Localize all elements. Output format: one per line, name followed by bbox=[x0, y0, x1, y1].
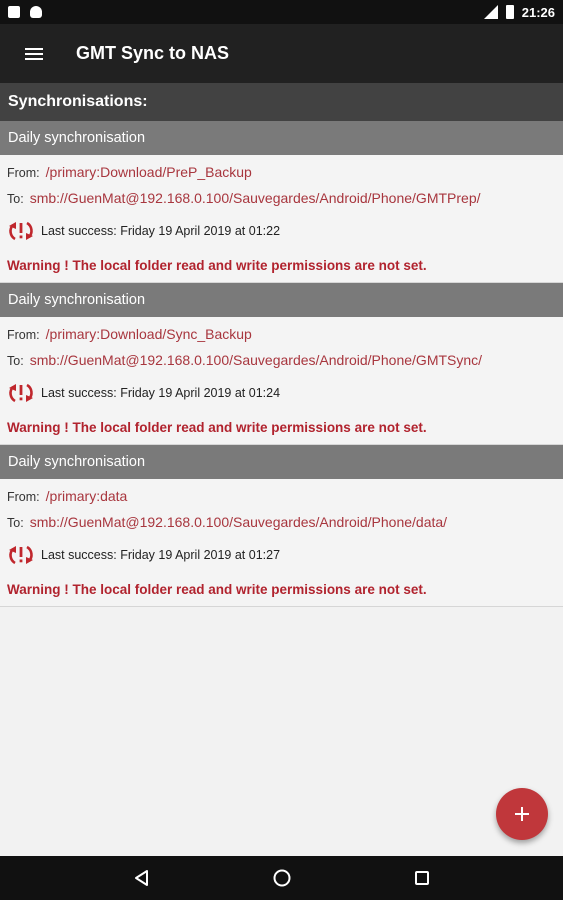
to-label: To: bbox=[7, 516, 24, 530]
from-label: From: bbox=[7, 490, 40, 504]
sync-error-icon bbox=[9, 545, 33, 565]
app-bar: GMT Sync to NAS bbox=[0, 24, 563, 83]
to-label: To: bbox=[7, 354, 24, 368]
to-row: To: smb://GuenMat@192.168.0.100/Sauvegar… bbox=[7, 514, 447, 530]
sync-list: Daily synchronisation From: /primary:Dow… bbox=[0, 121, 563, 607]
from-row: From: /primary:Download/Sync_Backup bbox=[7, 326, 252, 342]
sync-details: From: /primary:Download/Sync_Backup To: … bbox=[0, 317, 563, 445]
permission-warning: Warning ! The local folder read and writ… bbox=[7, 420, 427, 435]
to-label: To: bbox=[7, 192, 24, 206]
back-icon bbox=[134, 870, 148, 886]
last-success-text: Last success: Friday 19 April 2019 at 01… bbox=[41, 548, 281, 562]
home-icon bbox=[273, 869, 290, 887]
to-path: smb://GuenMat@192.168.0.100/Sauvegardes/… bbox=[29, 514, 448, 530]
navigation-bar bbox=[0, 856, 563, 900]
last-success-text: Last success: Friday 19 April 2019 at 01… bbox=[41, 224, 281, 238]
sync-details: From: /primary:data To: smb://GuenMat@19… bbox=[0, 479, 563, 607]
from-row: From: /primary:data bbox=[7, 488, 127, 504]
to-row: To: smb://GuenMat@192.168.0.100/Sauvegar… bbox=[7, 190, 481, 206]
from-label: From: bbox=[7, 328, 40, 342]
system-status: 21:26 bbox=[483, 4, 555, 20]
signal-icon bbox=[483, 5, 498, 19]
android-icon bbox=[30, 6, 42, 18]
clock: 21:26 bbox=[521, 4, 555, 20]
permission-warning: Warning ! The local folder read and writ… bbox=[7, 258, 427, 273]
add-sync-button[interactable] bbox=[496, 788, 548, 840]
sync-title: Daily synchronisation bbox=[0, 283, 563, 317]
sync-error-icon bbox=[9, 221, 33, 241]
sync-error-icon bbox=[9, 383, 33, 403]
hamburger-menu-icon bbox=[25, 47, 43, 60]
status-row: Last success: Friday 19 April 2019 at 01… bbox=[7, 542, 280, 568]
sd-card-icon bbox=[8, 6, 20, 18]
permission-warning: Warning ! The local folder read and writ… bbox=[7, 582, 427, 597]
recents-icon bbox=[414, 871, 429, 885]
status-row: Last success: Friday 19 April 2019 at 01… bbox=[7, 380, 280, 406]
status-bar: 21:26 bbox=[0, 0, 563, 24]
status-row: Last success: Friday 19 April 2019 at 01… bbox=[7, 218, 280, 244]
back-button[interactable] bbox=[122, 858, 162, 898]
section-title: Synchronisations: bbox=[0, 83, 563, 121]
to-row: To: smb://GuenMat@192.168.0.100/Sauvegar… bbox=[7, 352, 482, 368]
to-path: smb://GuenMat@192.168.0.100/Sauvegardes/… bbox=[29, 190, 481, 206]
last-success-text: Last success: Friday 19 April 2019 at 01… bbox=[41, 386, 281, 400]
recents-button[interactable] bbox=[402, 858, 442, 898]
sync-title: Daily synchronisation bbox=[0, 121, 563, 155]
sync-item[interactable]: Daily synchronisation From: /primary:dat… bbox=[0, 445, 563, 607]
from-path: /primary:Download/Sync_Backup bbox=[45, 326, 252, 342]
from-row: From: /primary:Download/PreP_Backup bbox=[7, 164, 252, 180]
sync-details: From: /primary:Download/PreP_Backup To: … bbox=[0, 155, 563, 283]
from-label: From: bbox=[7, 166, 40, 180]
app-title: GMT Sync to NAS bbox=[76, 43, 230, 63]
notification-icons bbox=[8, 6, 42, 18]
home-button[interactable] bbox=[262, 858, 302, 898]
from-path: /primary:Download/PreP_Backup bbox=[45, 164, 252, 180]
sync-item[interactable]: Daily synchronisation From: /primary:Dow… bbox=[0, 283, 563, 445]
sync-title: Daily synchronisation bbox=[0, 445, 563, 479]
sync-item[interactable]: Daily synchronisation From: /primary:Dow… bbox=[0, 121, 563, 283]
battery-icon bbox=[505, 5, 514, 19]
menu-button[interactable] bbox=[0, 24, 68, 83]
plus-icon bbox=[515, 807, 529, 821]
from-path: /primary:data bbox=[45, 488, 128, 504]
to-path: smb://GuenMat@192.168.0.100/Sauvegardes/… bbox=[29, 352, 483, 368]
